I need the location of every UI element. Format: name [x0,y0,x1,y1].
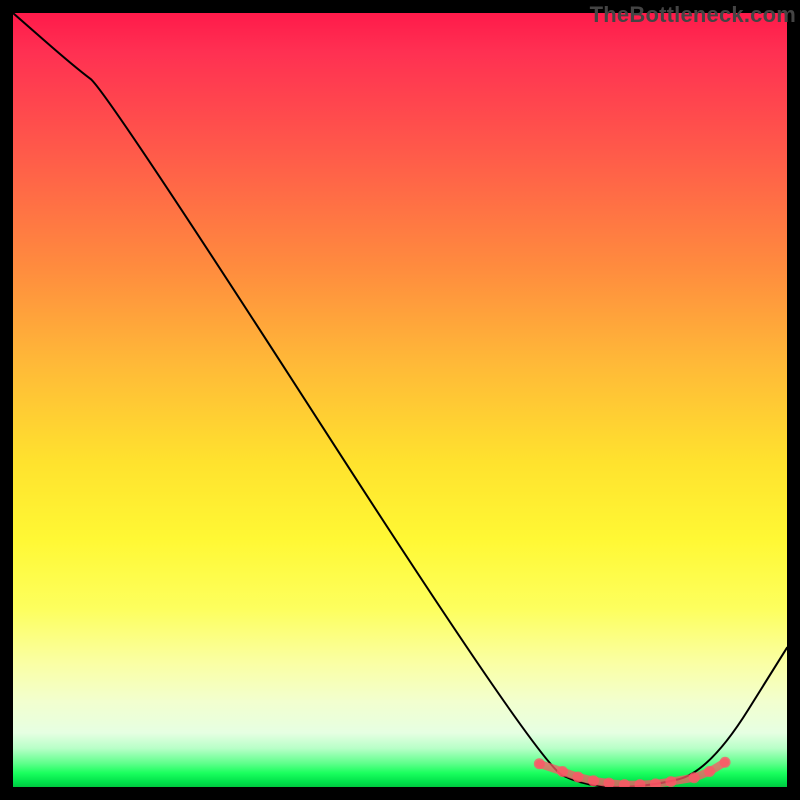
optimal-range-marker [720,757,731,768]
optimal-range-marker [665,776,676,787]
optimal-range-marker [573,771,584,782]
optimal-range-marker [634,779,645,787]
watermark-text: TheBottleneck.com [590,2,796,28]
chart-frame: TheBottleneck.com [0,0,800,800]
bottleneck-curve [13,13,787,787]
curve-svg [13,13,787,787]
plot-area [13,13,787,787]
optimal-range-marker [557,766,568,777]
optimal-range-marker [689,772,700,783]
optimal-range-marker [588,775,599,786]
optimal-range-marker [704,766,715,777]
optimal-range-marker [534,758,545,769]
